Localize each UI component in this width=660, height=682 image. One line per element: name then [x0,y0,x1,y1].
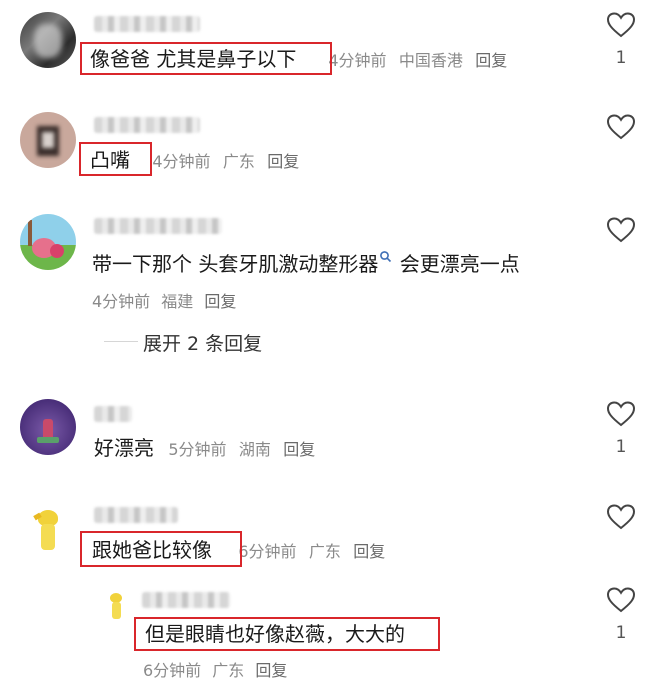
username[interactable] [94,218,222,234]
reply-button[interactable]: 回复 [475,51,507,70]
reply-button[interactable]: 回复 [267,152,299,171]
comment-location: 湖南 [238,440,271,459]
heart-outline-icon[interactable] [607,114,635,140]
heart-outline-icon[interactable] [607,401,635,427]
reply-button[interactable]: 回复 [283,440,315,459]
highlight-box [79,142,152,176]
comment-location: 广东 [222,152,255,171]
reply-button[interactable]: 回复 [255,661,287,680]
comment-location: 福建 [161,292,194,311]
heart-outline-icon[interactable] [607,587,635,613]
comment-line: 带一下那个 头套牙肌激动整形器 会更漂亮一点 [92,250,520,278]
username[interactable] [94,406,132,422]
username[interactable] [94,16,200,32]
heart-outline-icon[interactable] [607,504,635,530]
comment-time: 6分钟前 [238,542,297,561]
reply-button[interactable]: 回复 [204,292,236,311]
user-avatar[interactable] [100,589,134,623]
comment-time: 4分钟前 [92,292,151,311]
highlight-box [80,42,332,75]
comment-time: 5分钟前 [168,440,227,459]
like-count: 1 [615,48,627,68]
like-count: 1 [615,437,627,457]
username[interactable] [94,117,200,133]
comment-text-suffix: 会更漂亮一点 [393,252,520,276]
search-icon[interactable] [379,250,392,263]
comment-line: 好漂亮 5分钟前 湖南 回复 [94,434,315,464]
comment-text: 好漂亮 [94,436,154,460]
username[interactable] [94,507,178,523]
comment-meta: 4分钟前 福建 回复 [92,288,236,312]
comment-location: 广东 [308,542,341,561]
expand-replies-button[interactable]: 展开 2 条回复 [143,329,262,356]
user-avatar[interactable] [20,214,76,270]
comment-time: 4分钟前 [328,51,387,70]
highlight-box [134,617,440,651]
user-avatar[interactable] [20,399,76,455]
username[interactable] [142,592,230,608]
reply-button[interactable]: 回复 [353,542,385,561]
like-count: 1 [615,623,627,643]
comment-location: 广东 [212,661,245,680]
comment-meta: 6分钟前 广东 回复 [143,657,287,681]
user-avatar[interactable] [20,12,76,68]
user-avatar[interactable] [20,502,76,558]
comment-time: 4分钟前 [152,152,211,171]
heart-outline-icon[interactable] [607,217,635,243]
comment-text: 带一下那个 头套牙肌激动整形器 [92,252,379,276]
comment-time: 6分钟前 [143,661,202,680]
expand-divider [104,341,138,342]
heart-outline-icon[interactable] [607,12,635,38]
comment-location: 中国香港 [398,51,463,70]
highlight-box [80,531,242,567]
user-avatar[interactable] [20,112,76,168]
